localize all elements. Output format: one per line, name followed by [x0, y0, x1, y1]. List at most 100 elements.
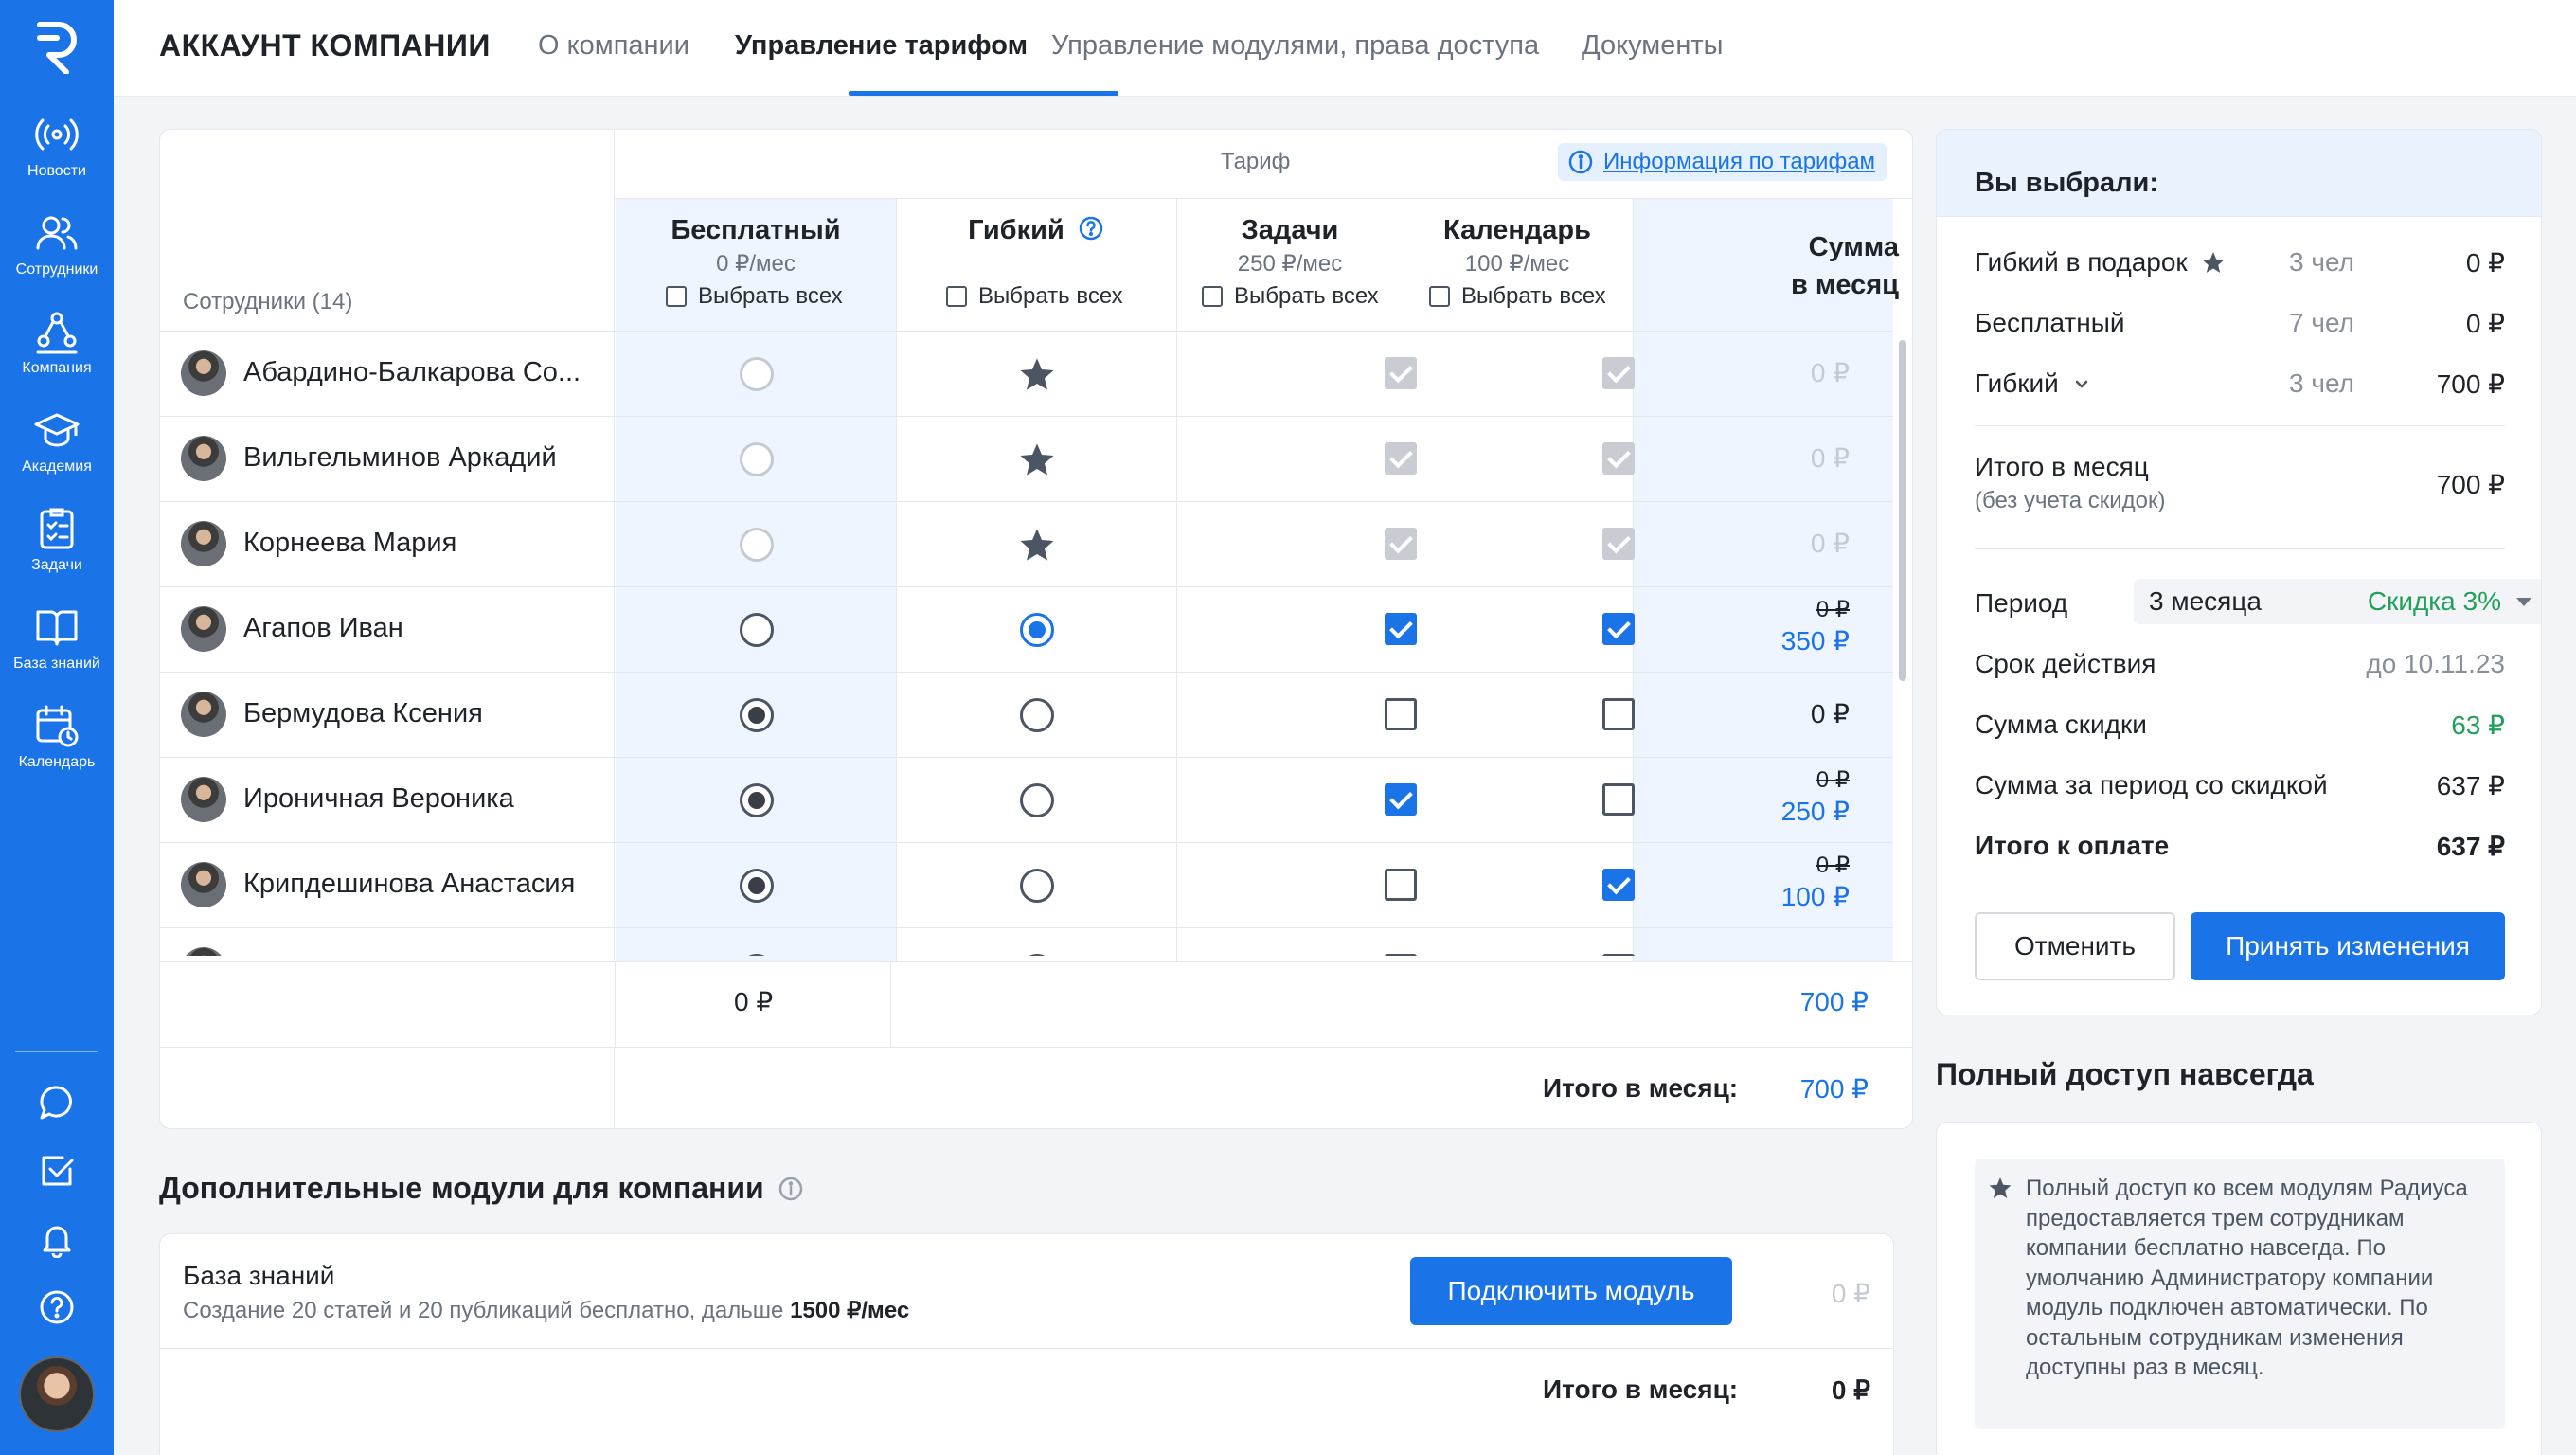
free-radio[interactable]	[740, 783, 774, 817]
tasks-checkbox[interactable]	[1385, 869, 1417, 901]
table-scrollbar[interactable]	[1899, 340, 1906, 681]
calendar-checkbox[interactable]	[1602, 698, 1635, 730]
flexible-radio[interactable]	[1020, 613, 1054, 647]
row-divider	[160, 331, 1893, 332]
calendar-clock-icon	[36, 705, 79, 747]
tab-modules-access[interactable]: Управление модулями, права доступа	[1051, 30, 1539, 62]
select-all-checkbox[interactable]	[666, 286, 687, 307]
info-icon[interactable]	[778, 1176, 804, 1202]
star-icon	[1989, 1177, 2012, 1198]
chevron-down-icon[interactable]	[2072, 374, 2091, 393]
sidebar-item-knowledge-base[interactable]: База знаний	[0, 604, 114, 699]
monthly-sublabel: (без учета скидок)	[1975, 488, 2166, 513]
sidebar-item-company[interactable]: Компания	[0, 309, 114, 404]
select-all-flexible[interactable]: Выбрать всех	[946, 283, 1123, 310]
sidebar-item-label: Календарь	[18, 754, 96, 770]
checkbox-icon[interactable]	[38, 1152, 76, 1190]
header-divider	[615, 198, 1912, 199]
star-icon	[1020, 358, 1054, 390]
column-flexible-header: Гибкий	[896, 215, 1176, 246]
star-icon	[1020, 529, 1054, 561]
month-total-label: Итого в месяц:	[1543, 1073, 1739, 1103]
free-radio[interactable]	[740, 954, 774, 956]
free-radio[interactable]	[740, 698, 774, 732]
employee-name: Крипдешинова Анастасия	[243, 869, 576, 899]
tab-about-company[interactable]: О компании	[538, 30, 689, 62]
flexible-radio[interactable]	[1020, 698, 1054, 732]
row-sum: 0 ₽	[1810, 443, 1850, 473]
column-name: Задачи	[1241, 215, 1339, 245]
avatar	[181, 606, 226, 652]
cancel-button[interactable]: Отменить	[1975, 912, 2175, 980]
select-all-checkbox[interactable]	[946, 286, 967, 307]
flexible-radio[interactable]	[1020, 869, 1054, 903]
connect-module-button[interactable]: Подключить модуль	[1410, 1257, 1732, 1325]
select-all-calendar[interactable]: Выбрать всех	[1429, 283, 1606, 310]
period-select[interactable]: 3 месяца Скидка 3%	[2134, 579, 2541, 624]
calendar-checkbox[interactable]	[1602, 869, 1635, 901]
employee-name: Агапов Иван	[243, 613, 403, 643]
active-tab-indicator	[849, 91, 1118, 96]
free-radio[interactable]	[740, 357, 774, 391]
column-tasks-header: Задачи 250 ₽/мес	[1176, 215, 1404, 278]
flexible-radio[interactable]	[1020, 783, 1054, 817]
tasks-checkbox[interactable]	[1385, 783, 1417, 816]
radius-logo[interactable]	[34, 19, 80, 74]
select-all-free[interactable]: Выбрать всех	[666, 283, 843, 310]
calendar-checkbox[interactable]	[1602, 613, 1635, 645]
tasks-checkbox[interactable]	[1385, 954, 1417, 956]
calendar-checkbox[interactable]	[1602, 954, 1635, 956]
help-icon[interactable]	[38, 1288, 76, 1326]
row-divider	[160, 416, 1893, 417]
graduation-cap-icon	[34, 413, 80, 447]
summary-line-count: 7 чел	[2289, 308, 2354, 337]
select-all-checkbox[interactable]	[1202, 286, 1223, 307]
sidebar-item-news[interactable]: Новости	[0, 112, 114, 207]
row-sum-new: 100 ₽	[1780, 882, 1850, 911]
row-divider	[160, 757, 1893, 758]
avatar	[181, 777, 226, 822]
free-radio[interactable]	[740, 613, 774, 647]
profile-avatar[interactable]	[19, 1356, 95, 1432]
tab-documents[interactable]: Документы	[1582, 30, 1724, 62]
chat-icon[interactable]	[38, 1084, 76, 1122]
book-icon	[36, 610, 78, 646]
monthly-label: Итого в месяц	[1975, 452, 2149, 481]
bell-icon[interactable]	[38, 1220, 76, 1258]
sidebar-item-tasks[interactable]: Задачи	[0, 506, 114, 601]
select-all-tasks[interactable]: Выбрать всех	[1202, 283, 1379, 310]
free-radio[interactable]	[740, 869, 774, 903]
modules-total-label: Итого в месяц:	[1543, 1374, 1739, 1404]
accept-changes-button[interactable]: Принять изменения	[2191, 912, 2505, 980]
row-sum-old: 0 ₽	[1816, 853, 1850, 878]
employee-name: Вильгельминов Аркадий	[243, 442, 557, 473]
help-circle-icon[interactable]	[1078, 215, 1104, 242]
tasks-checkbox[interactable]	[1385, 613, 1417, 645]
avatar	[181, 947, 226, 956]
sidebar-item-employees[interactable]: Сотрудники	[0, 210, 114, 305]
tariff-info-link[interactable]: Информация по тарифам	[1558, 143, 1887, 181]
tab-tariff-management[interactable]: Управление тарифом	[735, 30, 1028, 62]
modules-title-text: Дополнительные модули для компании	[159, 1171, 764, 1205]
calendar-checkbox[interactable]	[1602, 783, 1635, 816]
table-row: Вильгельминов Аркадий 0 ₽	[160, 416, 1893, 501]
free-radio[interactable]	[740, 528, 774, 562]
gift-star	[1018, 442, 1056, 483]
period-sum-label: Сумма за период со скидкой	[1975, 770, 2328, 799]
column-calendar-header: Календарь 100 ₽/мес	[1404, 215, 1631, 278]
summary-divider	[1975, 425, 2505, 426]
discount-label: Сумма скидки	[1975, 710, 2147, 739]
sidebar-item-calendar[interactable]: Календарь	[0, 703, 114, 798]
sum-header-line1: Сумма	[1808, 232, 1899, 262]
sidebar-divider	[15, 1051, 98, 1052]
org-icon	[36, 312, 78, 354]
select-all-label: Выбрать всех	[978, 283, 1123, 309]
free-radio[interactable]	[740, 442, 774, 476]
row-sum: 0 ₽ 100 ₽	[1781, 852, 1850, 912]
star-icon	[2202, 252, 2225, 273]
flexible-radio[interactable]	[1020, 954, 1054, 956]
select-all-checkbox[interactable]	[1429, 286, 1450, 307]
full-access-card: Полный доступ ко всем модулям Радиуса пр…	[1936, 1122, 2542, 1455]
sidebar-item-academy[interactable]: Академия	[0, 407, 114, 502]
tasks-checkbox[interactable]	[1385, 698, 1417, 730]
